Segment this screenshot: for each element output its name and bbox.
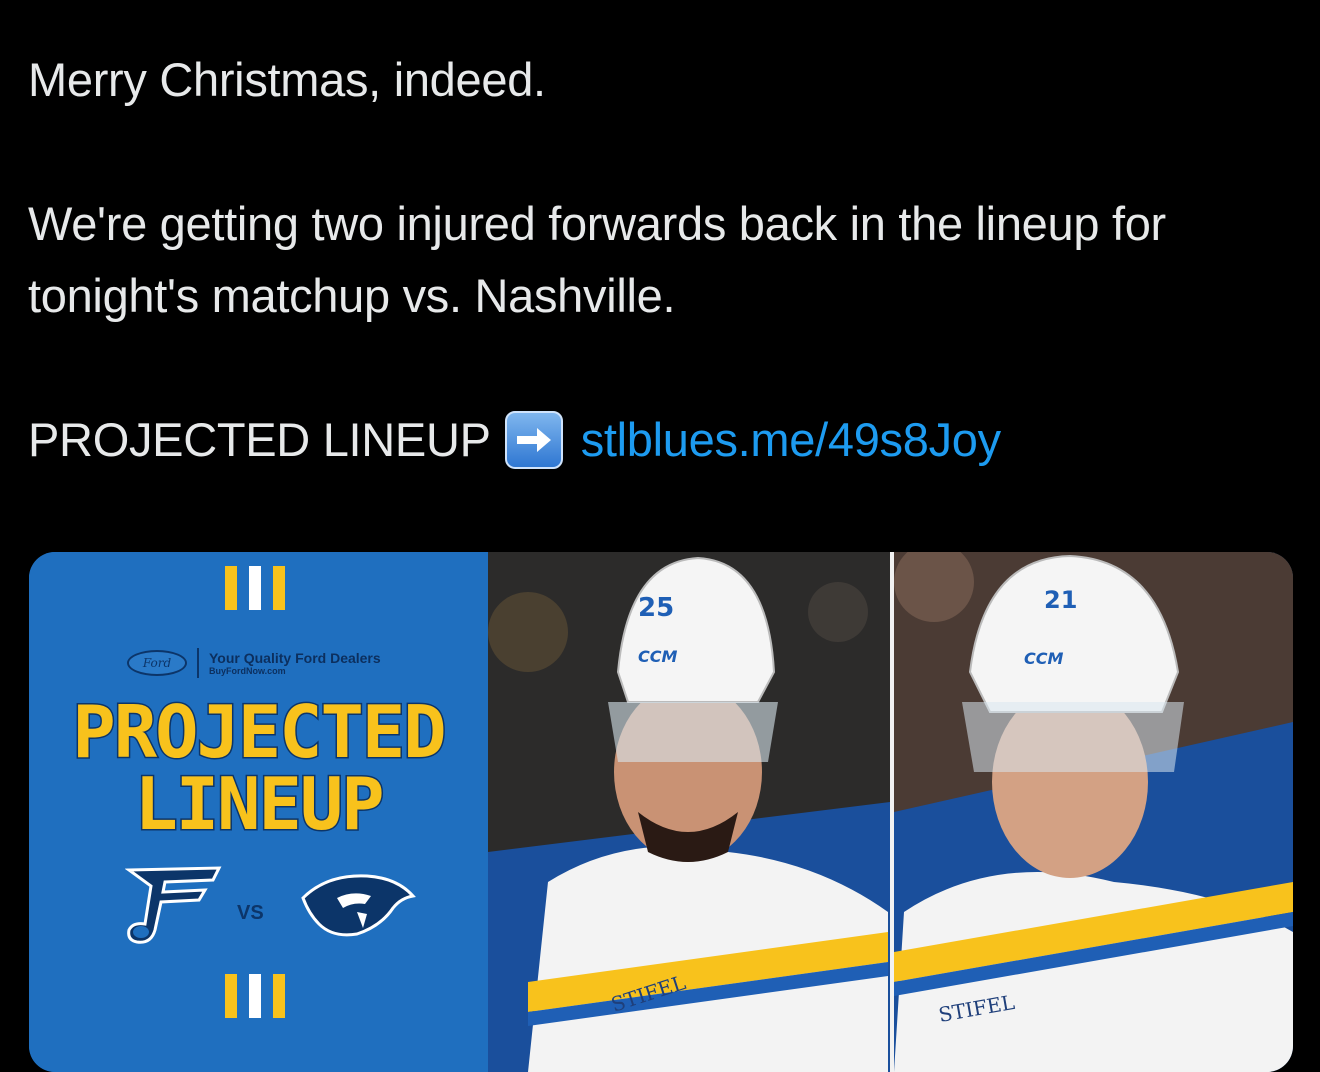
sponsor-url: BuyFordNow.com — [209, 665, 286, 676]
tweet-line-lineup: PROJECTED LINEUP stlblues.me/49s8Joy — [28, 404, 1308, 476]
ford-logo-icon: Ford — [127, 650, 187, 676]
predators-logo-icon — [301, 874, 416, 937]
player-photo-left: 25 CCM STIFEL — [488, 552, 890, 1072]
helmet-number-25: 25 — [638, 593, 674, 623]
sponsor-block: Ford Your Quality Ford Dealers BuyFordNo… — [127, 648, 381, 678]
lineup-prefix: PROJECTED LINEUP — [28, 413, 491, 466]
helmet-brand-right: CCM — [1024, 649, 1063, 668]
lineup-link[interactable]: stlblues.me/49s8Joy — [581, 404, 1001, 476]
graphic-title-line2: LINEUP — [133, 761, 386, 848]
right-arrow-icon — [504, 411, 563, 469]
tweet-media-image[interactable]: Ford Your Quality Ford Dealers BuyFordNo… — [29, 552, 1293, 1072]
player-photo-right: 21 CCM STIFEL — [894, 552, 1293, 1072]
lineup-graphic: Ford Your Quality Ford Dealers BuyFordNo… — [29, 552, 488, 1072]
blues-note-icon — [125, 866, 222, 944]
tweet-line-greeting: Merry Christmas, indeed. — [28, 53, 546, 106]
sponsor-text: Your Quality Ford Dealers — [209, 649, 381, 666]
helmet-number-21: 21 — [1044, 586, 1077, 614]
vs-label: VS — [237, 902, 264, 924]
helmet-brand-left: CCM — [638, 647, 677, 666]
top-stripes — [225, 566, 285, 610]
tweet-line-news: We're getting two injured forwards back … — [28, 197, 1166, 322]
tweet-text: Merry Christmas, indeed. We're getting t… — [28, 44, 1308, 476]
bottom-stripes — [225, 974, 285, 1018]
